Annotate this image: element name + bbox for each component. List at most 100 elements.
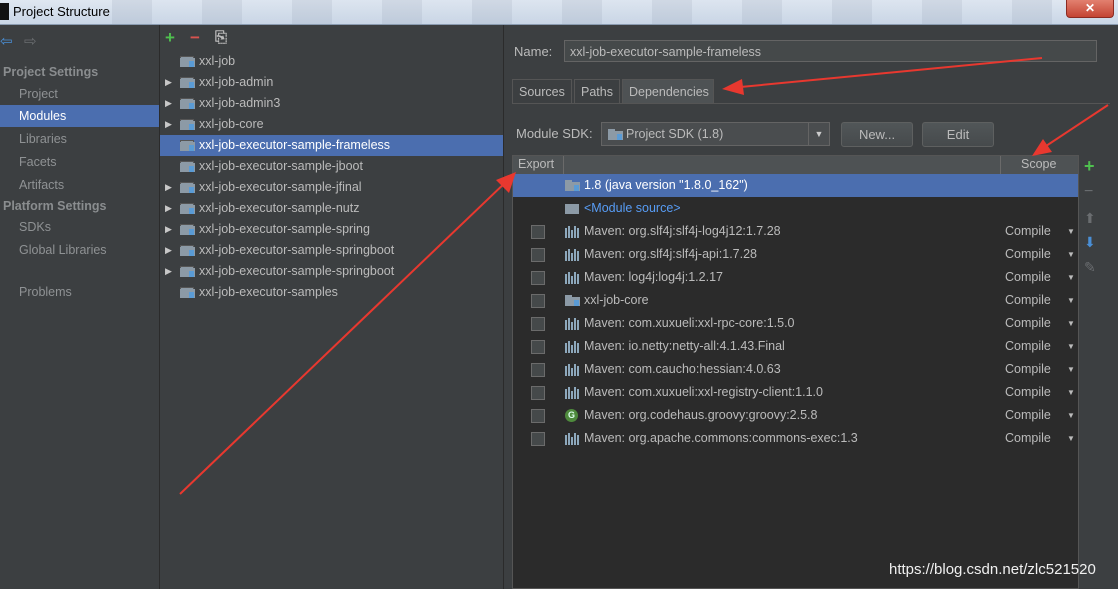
export-checkbox[interactable] [531, 248, 545, 262]
chevron-down-icon[interactable]: ▼ [1067, 358, 1075, 381]
module-name-input[interactable]: xxl-job-executor-sample-frameless [564, 40, 1097, 62]
dependency-row[interactable]: Maven: org.slf4j:slf4j-log4j12:1.7.28 Com… [513, 220, 1078, 243]
export-checkbox[interactable] [531, 225, 545, 239]
expand-arrow-icon[interactable]: ▶ [165, 72, 172, 93]
dependency-row[interactable]: Maven: com.xuxueli:xxl-registry-client:1… [513, 381, 1078, 404]
new-sdk-button[interactable]: New... [841, 122, 913, 147]
module-folder-icon [180, 140, 195, 151]
chevron-down-icon[interactable]: ▼ [1067, 312, 1075, 335]
scope-column-header[interactable]: Scope [1021, 157, 1056, 171]
scope-dropdown[interactable]: Compile [1005, 243, 1051, 266]
module-tree-item[interactable]: ▶ xxl-job-executor-sample-nutz [160, 198, 503, 219]
expand-arrow-icon[interactable]: ▶ [165, 198, 172, 219]
dependency-row[interactable]: xxl-job-core Compile ▼ [513, 289, 1078, 312]
scope-dropdown[interactable]: Compile [1005, 381, 1051, 404]
dependency-label: Maven: io.netty:netty-all:4.1.43.Final [584, 339, 785, 353]
export-checkbox[interactable] [531, 409, 545, 423]
nav-item-problems[interactable]: Problems [0, 281, 159, 303]
forward-arrow-icon[interactable]: ⇨ [24, 33, 37, 51]
module-tree-item[interactable]: xxl-job-executor-sample-frameless [160, 135, 503, 156]
nav-item-facets[interactable]: Facets [0, 151, 159, 173]
export-checkbox[interactable] [531, 363, 545, 377]
scope-dropdown[interactable]: Compile [1005, 220, 1051, 243]
chevron-down-icon[interactable]: ▼ [1067, 381, 1075, 404]
module-sdk-dropdown[interactable]: Project SDK (1.8) ▼ [601, 122, 830, 146]
expand-arrow-icon[interactable]: ▶ [165, 93, 172, 114]
tab-paths[interactable]: Paths [574, 79, 620, 103]
expand-arrow-icon[interactable]: ▶ [165, 177, 172, 198]
tab-dependencies[interactable]: Dependencies [622, 79, 714, 103]
module-tree-item[interactable]: xxl-job [160, 51, 503, 72]
expand-arrow-icon[interactable]: ▶ [165, 261, 172, 282]
export-checkbox[interactable] [531, 317, 545, 331]
chevron-down-icon[interactable]: ▼ [1067, 427, 1075, 450]
dependency-row[interactable]: Maven: log4j:log4j:1.2.17 Compile ▼ [513, 266, 1078, 289]
dependency-label: xxl-job-core [584, 293, 649, 307]
dependency-row[interactable]: Maven: com.caucho:hessian:4.0.63 Compile ▼ [513, 358, 1078, 381]
chevron-down-icon[interactable]: ▼ [1067, 266, 1075, 289]
module-tree-label: xxl-job-executor-sample-jboot [199, 159, 363, 173]
edit-dependency-icon[interactable]: ✎ [1084, 260, 1096, 274]
module-tree-label: xxl-job-executor-sample-springboot [199, 243, 395, 257]
scope-dropdown[interactable]: Compile [1005, 404, 1051, 427]
chevron-down-icon[interactable]: ▼ [1067, 243, 1075, 266]
export-checkbox[interactable] [531, 294, 545, 308]
export-checkbox[interactable] [531, 271, 545, 285]
move-up-icon[interactable]: ⬆ [1084, 211, 1096, 225]
export-checkbox[interactable] [531, 340, 545, 354]
module-tree-item[interactable]: ▶ xxl-job-executor-sample-jfinal [160, 177, 503, 198]
expand-arrow-icon[interactable]: ▶ [165, 114, 172, 135]
chevron-down-icon[interactable]: ▼ [808, 123, 829, 145]
export-checkbox[interactable] [531, 386, 545, 400]
module-tree-item[interactable]: ▶ xxl-job-admin [160, 72, 503, 93]
module-tree-item[interactable]: ▶ xxl-job-core [160, 114, 503, 135]
chevron-down-icon[interactable]: ▼ [1067, 404, 1075, 427]
module-tree-item[interactable]: xxl-job-executor-sample-jboot [160, 156, 503, 177]
dependency-row[interactable]: Maven: org.apache.commons:commons-exec:1… [513, 427, 1078, 450]
expand-arrow-icon[interactable]: ▶ [165, 240, 172, 261]
back-arrow-icon[interactable]: ⇦ [0, 33, 13, 51]
add-module-icon[interactable]: + [165, 29, 175, 47]
module-folder-icon [180, 77, 195, 88]
module-tree-item[interactable]: ▶ xxl-job-executor-sample-spring [160, 219, 503, 240]
nav-item-global-libraries[interactable]: Global Libraries [0, 239, 159, 261]
scope-dropdown[interactable]: Compile [1005, 358, 1051, 381]
sdk-folder-icon [608, 129, 623, 140]
dependency-row[interactable]: G Maven: org.codehaus.groovy:groovy:2.5.8… [513, 404, 1078, 427]
tab-sources[interactable]: Sources [512, 79, 572, 103]
module-tree-item[interactable]: ▶ xxl-job-executor-sample-springboot [160, 261, 503, 282]
chevron-down-icon[interactable]: ▼ [1067, 289, 1075, 312]
edit-sdk-button[interactable]: Edit [922, 122, 994, 147]
add-dependency-icon[interactable]: + [1084, 157, 1095, 175]
copy-module-icon[interactable]: ⎘ [215, 29, 227, 47]
scope-dropdown[interactable]: Compile [1005, 427, 1051, 450]
scope-dropdown[interactable]: Compile [1005, 312, 1051, 335]
scope-dropdown[interactable]: Compile [1005, 266, 1051, 289]
export-column-header[interactable]: Export [518, 157, 554, 171]
dependency-row[interactable]: Maven: com.xuxueli:xxl-rpc-core:1.5.0 Com… [513, 312, 1078, 335]
remove-dependency-icon[interactable]: − [1084, 184, 1093, 200]
remove-module-icon[interactable]: − [190, 29, 200, 47]
module-tree-item[interactable]: ▶ xxl-job-executor-sample-springboot [160, 240, 503, 261]
export-checkbox[interactable] [531, 432, 545, 446]
chevron-down-icon[interactable]: ▼ [1067, 335, 1075, 358]
move-down-icon[interactable]: ⬇ [1084, 235, 1096, 249]
dependency-row[interactable]: Maven: org.slf4j:slf4j-api:1.7.28 Compile… [513, 243, 1078, 266]
dependency-row[interactable]: Maven: io.netty:netty-all:4.1.43.Final Co… [513, 335, 1078, 358]
module-tree-item[interactable]: ▶ xxl-job-admin3 [160, 93, 503, 114]
module-source-row[interactable]: <Module source> [513, 197, 1078, 220]
module-tree-item[interactable]: xxl-job-executor-samples [160, 282, 503, 303]
nav-item-sdks[interactable]: SDKs [0, 216, 159, 238]
chevron-down-icon[interactable]: ▼ [1067, 220, 1075, 243]
sdk-dependency-row[interactable]: 1.8 (java version "1.8.0_162") [513, 174, 1078, 197]
nav-item-modules[interactable]: Modules [0, 105, 159, 127]
module-folder-icon [180, 266, 195, 277]
window-close-button[interactable]: ✕ [1066, 0, 1114, 18]
module-tree-label: xxl-job-admin3 [199, 96, 281, 110]
nav-item-libraries[interactable]: Libraries [0, 128, 159, 150]
nav-item-project[interactable]: Project [0, 83, 159, 105]
scope-dropdown[interactable]: Compile [1005, 335, 1051, 358]
expand-arrow-icon[interactable]: ▶ [165, 219, 172, 240]
scope-dropdown[interactable]: Compile [1005, 289, 1051, 312]
nav-item-artifacts[interactable]: Artifacts [0, 174, 159, 196]
